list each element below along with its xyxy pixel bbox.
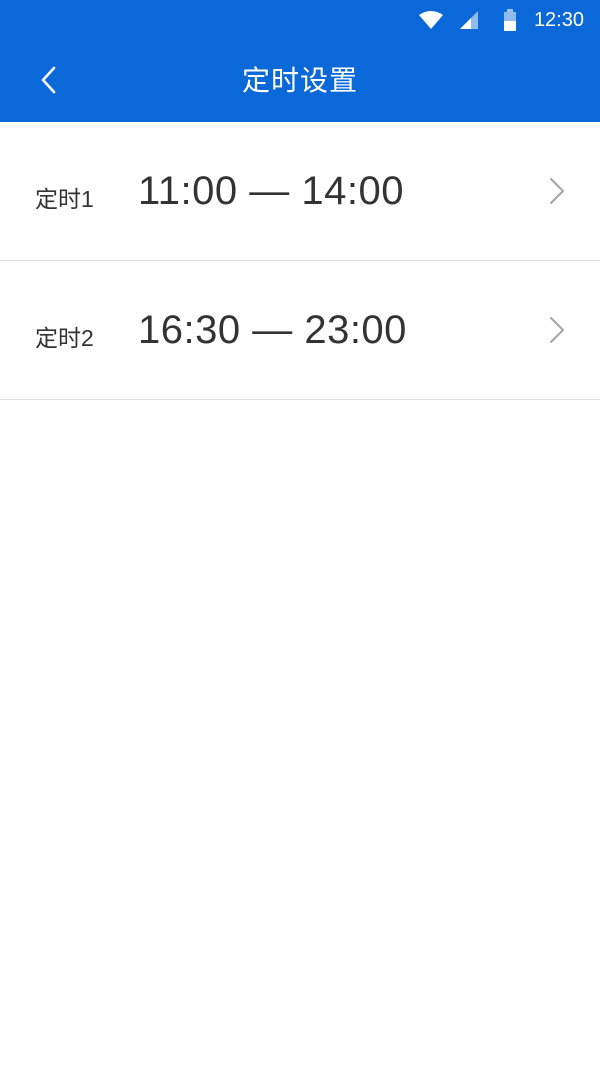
timer-row-2[interactable]: 定时2 16:30 — 23:00 [0,261,600,400]
timer-label: 定时1 [35,186,94,212]
toolbar: 定时设置 [0,40,600,122]
chevron-right-icon [549,177,565,205]
signal-icon [456,0,482,40]
timer-time-range: 16:30 — 23:00 [138,308,407,352]
back-button[interactable] [30,62,66,98]
chevron-right-icon [549,316,565,344]
back-chevron-icon [41,66,56,94]
timer-row-1[interactable]: 定时1 11:00 — 14:00 [0,122,600,261]
app-bar: 12:30 定时设置 [0,0,600,122]
timer-time-range: 11:00 — 14:00 [138,169,404,213]
status-bar: 12:30 [0,0,600,40]
timer-label: 定时2 [35,325,94,351]
status-time: 12:30 [533,9,584,31]
wifi-icon [416,0,446,40]
battery-icon [500,0,520,40]
page-title: 定时设置 [241,65,358,96]
screen: 12:30 定时设置 定时1 11:00 — 14:00 定时2 16:30 —… [0,0,600,1067]
timer-list: 定时1 11:00 — 14:00 定时2 16:30 — 23:00 [0,122,600,400]
